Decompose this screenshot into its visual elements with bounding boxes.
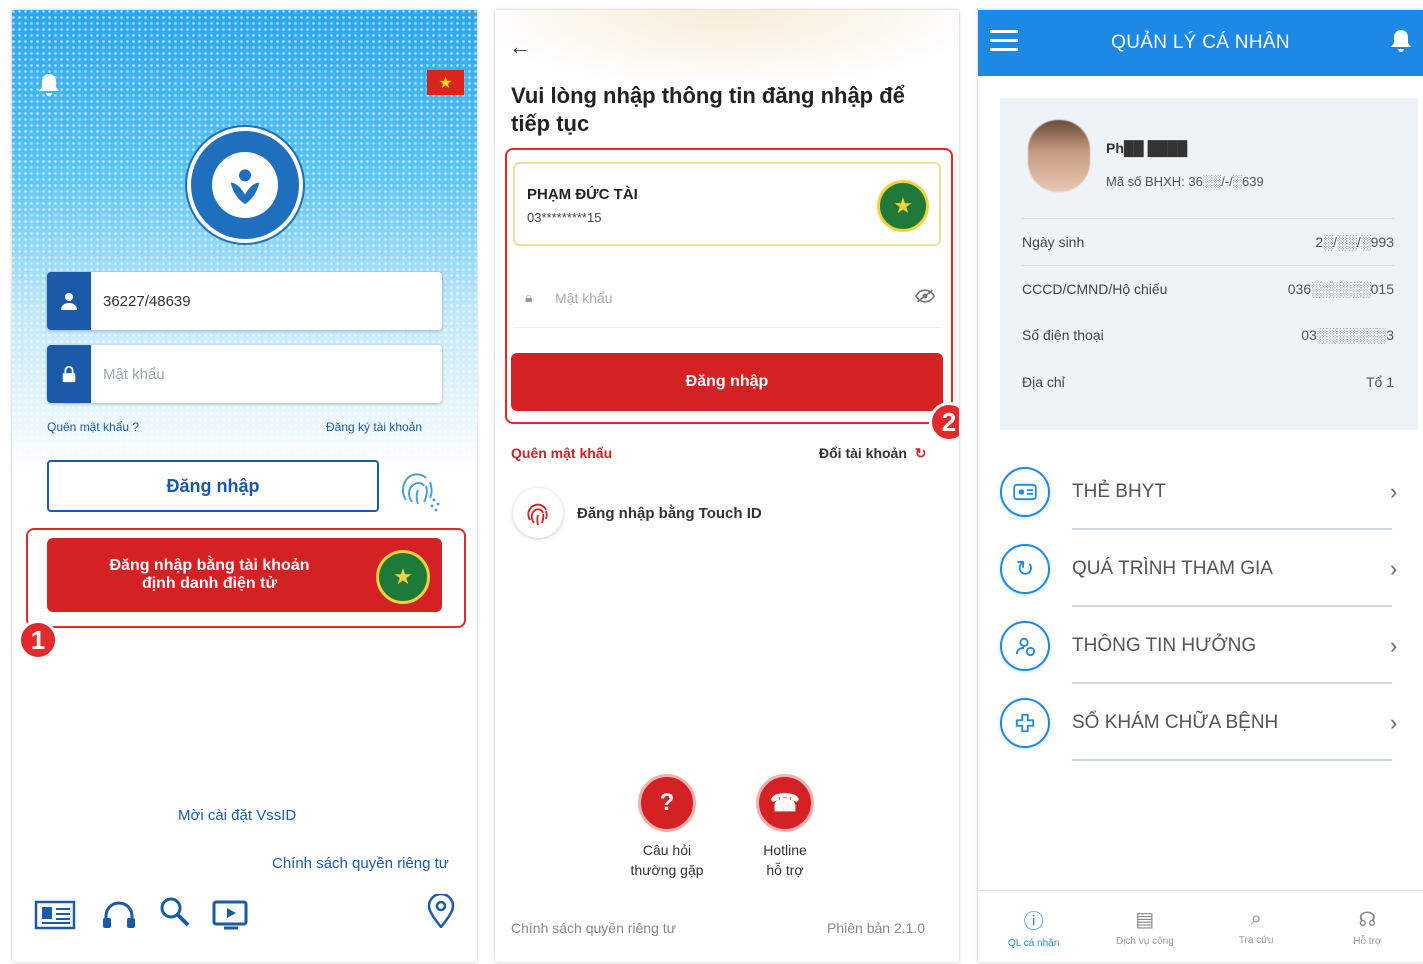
password-field[interactable]: Mật khẩu: [47, 345, 442, 403]
header-decoration: [495, 10, 959, 80]
vss-logo: [187, 127, 303, 243]
info-row-phone: Số điện thoại 03░░░░░░░3: [1022, 327, 1394, 343]
menu-health-card[interactable]: THẺ BHYT ›: [1000, 462, 1410, 522]
hotline-button[interactable]: ☎ Hotline hỗ trợ: [735, 774, 835, 880]
forgot-password-link[interactable]: Quên mật khẩu: [511, 445, 612, 461]
privacy-policy-link[interactable]: Chính sách quyền riêng tư: [511, 920, 676, 936]
bell-icon[interactable]: [37, 72, 61, 98]
step-badge-2: 2: [929, 402, 959, 442]
user-info-icon: [1000, 621, 1050, 671]
video-icon[interactable]: [210, 898, 252, 932]
password-input[interactable]: Mật khẩu: [91, 366, 165, 383]
eye-off-icon[interactable]: [914, 289, 941, 306]
username-input[interactable]: 36227/48639: [91, 293, 191, 310]
info-row-dob: Ngày sinh 2░/░░/░993: [1022, 218, 1394, 264]
register-link[interactable]: Đăng ký tài khoản: [326, 420, 422, 434]
chevron-right-icon: ›: [1390, 710, 1398, 735]
person-icon: ⓘ: [1023, 910, 1044, 933]
police-emblem-icon: ★: [376, 550, 430, 604]
page-title: QUẢN LÝ CÁ NHÂN: [1111, 32, 1290, 53]
refresh-icon: ↻: [914, 445, 927, 461]
lock-icon: 🔒︎: [525, 289, 533, 305]
forgot-password-link[interactable]: Quên mật khẩu ?: [47, 420, 139, 434]
login-screen-vssid: ★ 36227/48639 Mật khẩu Quên mật khẩu ? Đ…: [12, 10, 477, 962]
menu-benefit-info[interactable]: THÔNG TIN HƯỞNG ›: [1000, 616, 1410, 676]
news-icon[interactable]: [34, 898, 76, 932]
avatar: [1028, 120, 1090, 192]
question-icon: ?: [638, 774, 696, 832]
tab-public-services[interactable]: ▤ Dịch vụ công: [1089, 891, 1200, 962]
logo-emblem-icon: [212, 152, 278, 218]
user-icon: [47, 272, 91, 330]
login-button[interactable]: Đăng nhập: [47, 460, 379, 512]
login-button[interactable]: Đăng nhập: [511, 353, 943, 411]
user-name: Ph██ ████: [1106, 140, 1188, 156]
menu-medical-record[interactable]: SỔ KHÁM CHỮA BỆNH ›: [1000, 693, 1410, 753]
tab-personal[interactable]: ⓘ QL cá nhân: [978, 891, 1089, 962]
fingerprint-icon: [513, 488, 563, 538]
refresh-icon: ↻: [1000, 544, 1050, 594]
eid-login-screen: ← Vui lòng nhập thông tin đăng nhập để t…: [495, 10, 959, 962]
privacy-policy-link[interactable]: Chính sách quyền riêng tư: [272, 855, 449, 872]
police-emblem-icon: ★: [877, 180, 929, 232]
card-icon: [1000, 467, 1050, 517]
vietnam-flag-icon[interactable]: ★: [427, 70, 464, 95]
search-icon: ⌕: [1250, 907, 1262, 930]
menu-participation-history[interactable]: ↻ QUÁ TRÌNH THAM GIA ›: [1000, 539, 1410, 599]
headset-icon: ☊: [1358, 908, 1377, 931]
step-badge-1: 1: [18, 620, 58, 660]
fingerprint-icon[interactable]: [392, 460, 444, 512]
medical-cross-icon: [1000, 698, 1050, 748]
back-arrow-icon[interactable]: ←: [509, 34, 533, 59]
chevron-right-icon: ›: [1390, 633, 1398, 658]
account-card[interactable]: PHẠM ĐỨC TÀI 03*********15 ★: [513, 162, 941, 246]
account-phone: 03*********15: [527, 210, 602, 225]
touch-id-label: Đăng nhập bằng Touch ID: [577, 504, 762, 522]
username-field[interactable]: 36227/48639: [47, 272, 442, 330]
bottom-tab-bar: ⓘ QL cá nhân ▤ Dịch vụ công ⌕ Tra cứu ☊ …: [978, 890, 1423, 962]
personal-management-screen: QUẢN LÝ CÁ NHÂN Ph██ ████ Mã số BHXH: 36…: [978, 10, 1423, 962]
location-pin-icon[interactable]: [420, 892, 462, 930]
page-title: Vui lòng nhập thông tin đăng nhập để tiế…: [511, 83, 905, 136]
switch-account-link[interactable]: Đổi tài khoản ↻: [819, 445, 927, 462]
tab-support[interactable]: ☊ Hỗ trợ: [1312, 891, 1423, 962]
password-field[interactable]: 🔒︎ Mật khẩu: [513, 268, 941, 328]
touch-id-login[interactable]: Đăng nhập bằng Touch ID: [513, 485, 762, 541]
chevron-right-icon: ›: [1390, 479, 1398, 504]
bell-icon[interactable]: [1389, 28, 1413, 54]
password-input[interactable]: Mật khẩu: [555, 290, 915, 306]
document-icon: ▤: [1135, 908, 1155, 931]
lock-icon: [47, 345, 91, 403]
headset-icon[interactable]: [98, 898, 140, 932]
top-bar: QUẢN LÝ CÁ NHÂN: [978, 10, 1423, 76]
info-row-address: Địa chỉ Tổ 1: [1022, 374, 1394, 390]
info-row-id: CCCD/CMND/Hộ chiếu 036░░░░░░015: [1022, 265, 1394, 311]
install-vssid-link[interactable]: Mời cài đặt VssID: [178, 807, 296, 824]
search-icon[interactable]: [155, 894, 197, 928]
hotline-icon: ☎: [756, 774, 814, 832]
version-label: Phiên bản 2.1.0: [827, 920, 926, 936]
chevron-right-icon: ›: [1390, 556, 1398, 581]
tab-lookup[interactable]: ⌕ Tra cứu: [1201, 891, 1312, 962]
bhxh-number: Mã số BHXH: 36░░/-/░639: [1106, 174, 1264, 189]
profile-card: Ph██ ████ Mã số BHXH: 36░░/-/░639 Ngày s…: [1000, 98, 1418, 430]
account-name: PHẠM ĐỨC TÀI: [527, 186, 638, 203]
faq-button[interactable]: ? Câu hỏi thường gặp: [617, 774, 717, 880]
